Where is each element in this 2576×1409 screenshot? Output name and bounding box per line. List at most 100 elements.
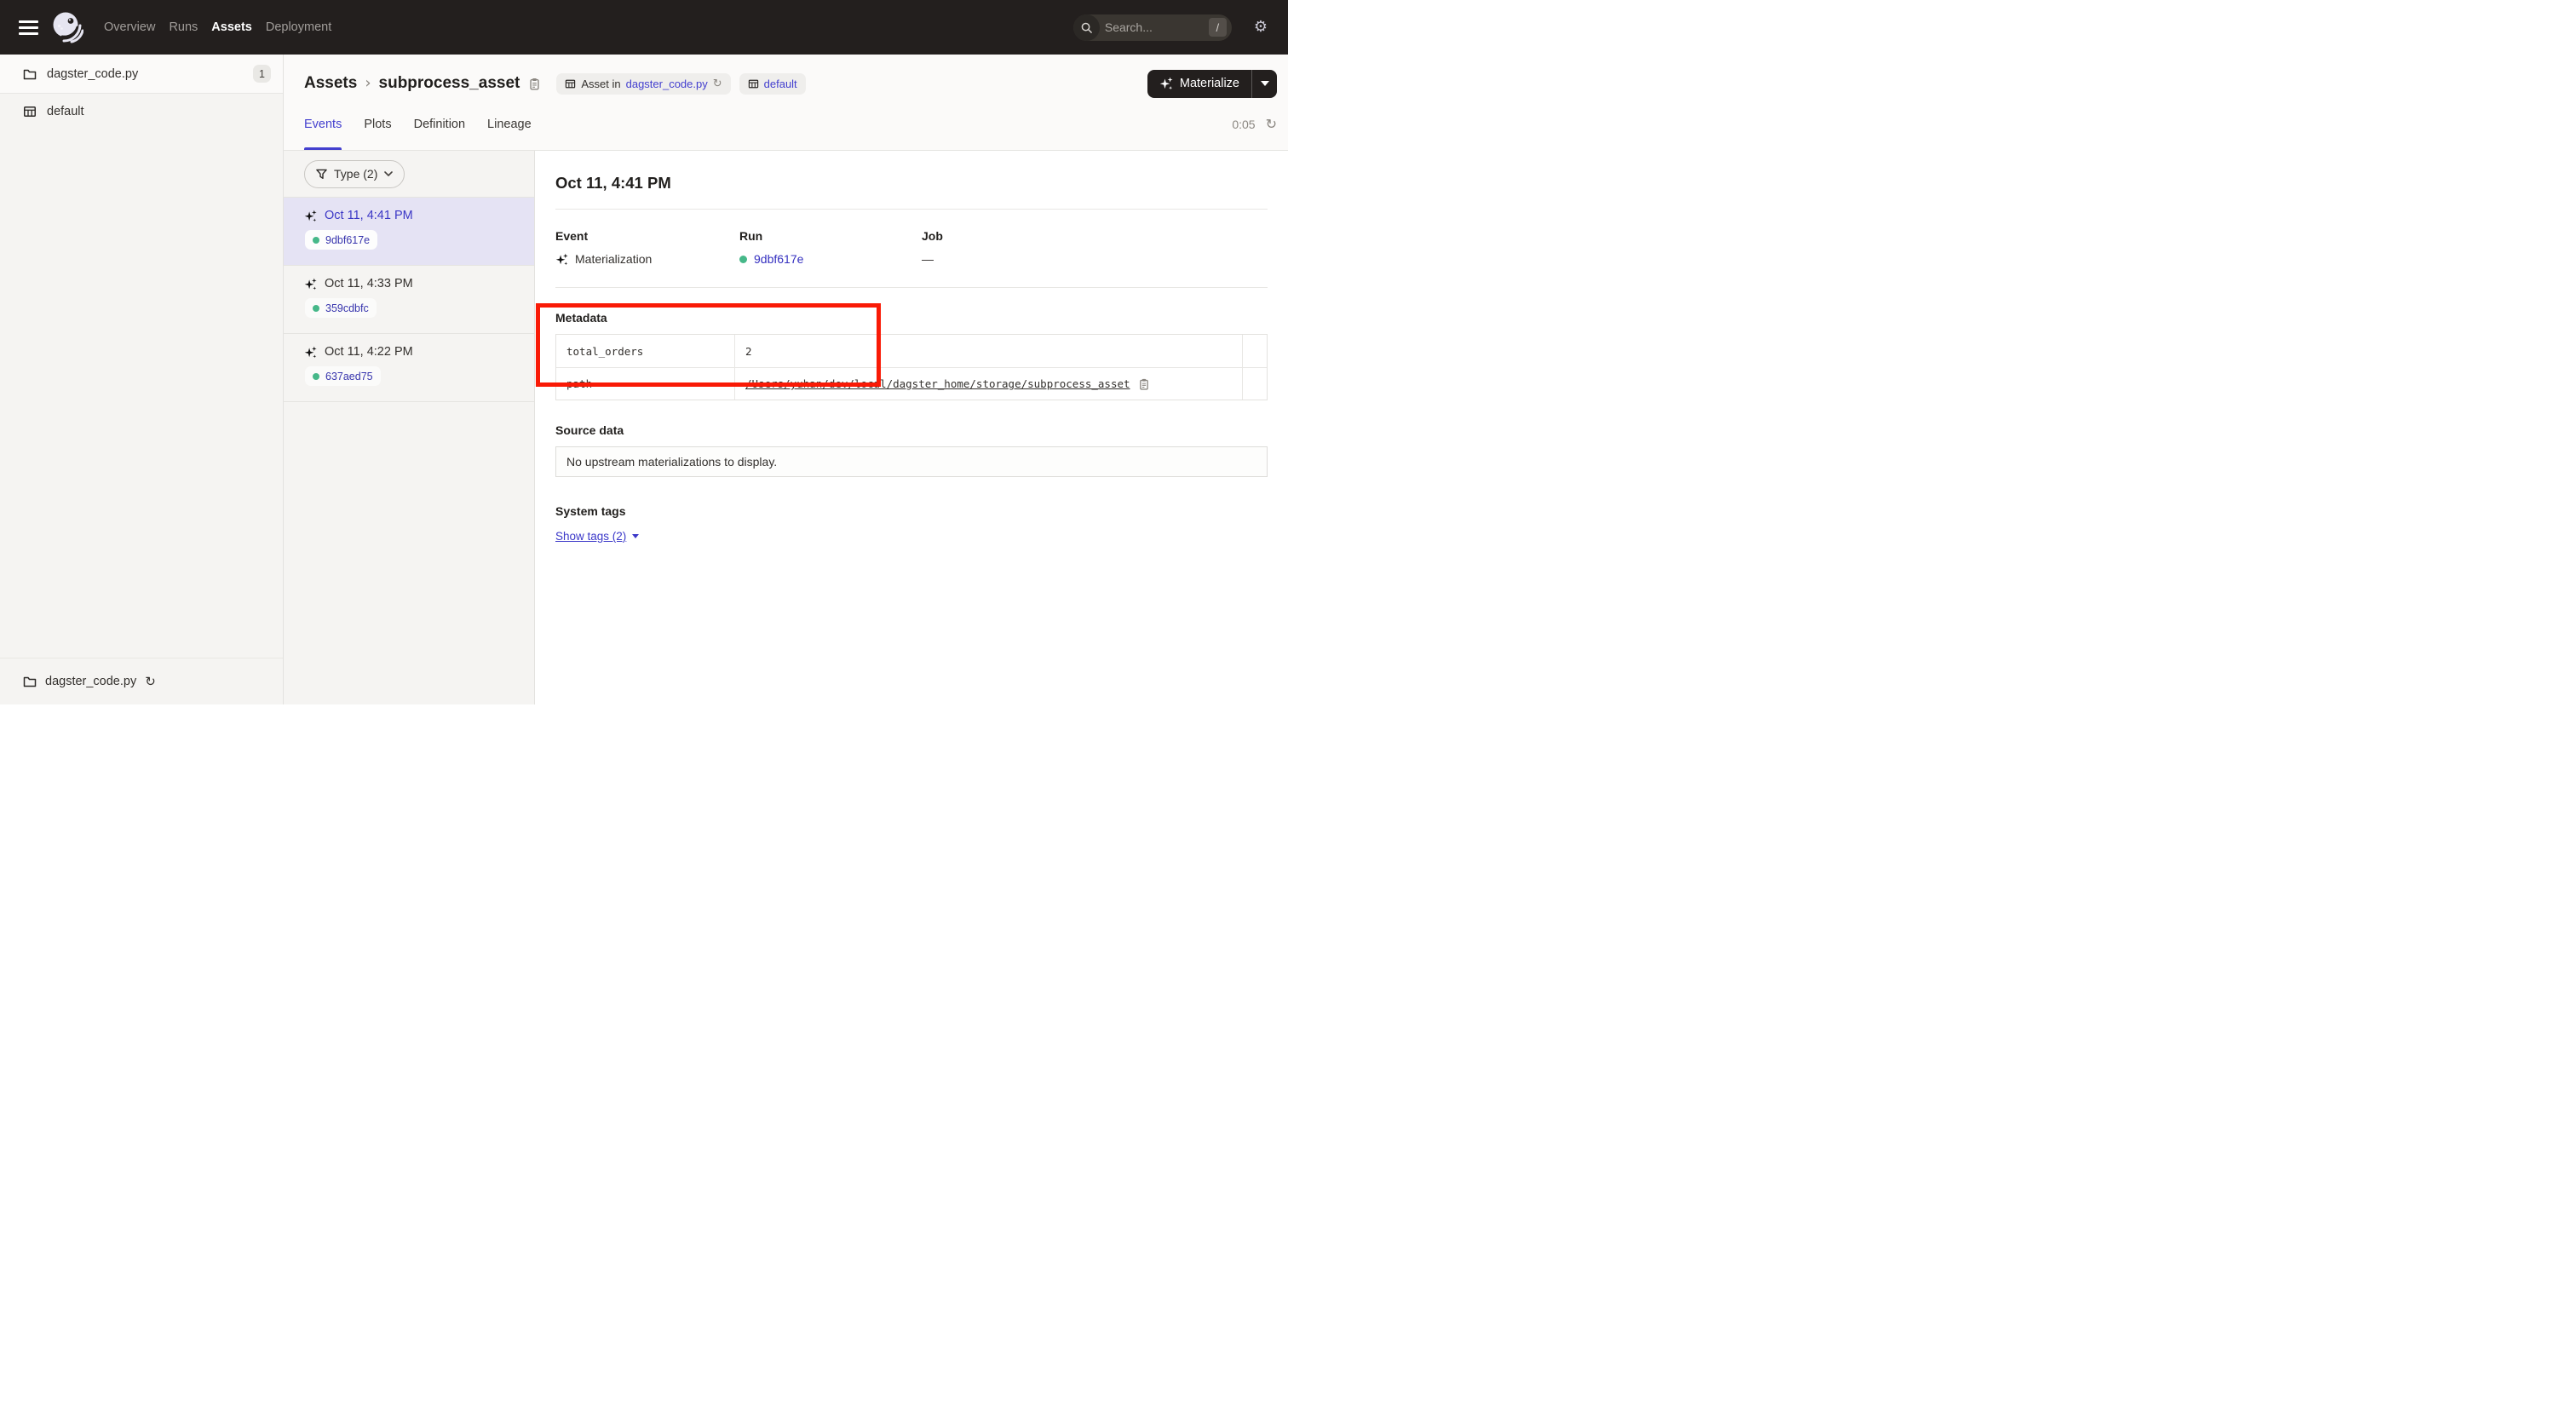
run-id-tag[interactable]: 359cdbfc: [305, 298, 377, 318]
materialization-sparkle-icon: [304, 346, 317, 359]
system-tags-heading: System tags: [555, 504, 1268, 518]
job-field-label: Job: [922, 229, 1106, 243]
tab-plots[interactable]: Plots: [364, 112, 391, 150]
nav-item-assets[interactable]: Assets: [211, 20, 252, 34]
event-list-item[interactable]: Oct 11, 4:22 PM 637aed75: [284, 334, 534, 402]
asset-tree-sidebar: dagster_code.py 1 default dagster_code.p…: [0, 55, 284, 704]
job-value: —: [922, 252, 934, 266]
materialize-dropdown-button[interactable]: [1251, 70, 1277, 98]
event-list-item[interactable]: Oct 11, 4:33 PM 359cdbfc: [284, 266, 534, 334]
materialize-label: Materialize: [1180, 77, 1239, 90]
asset-tag-code-location-link[interactable]: dagster_code.py: [626, 78, 708, 90]
page-title: subprocess_asset: [379, 74, 520, 93]
nav-item-deployment[interactable]: Deployment: [266, 20, 331, 34]
search-shortcut-key: /: [1209, 18, 1227, 37]
copy-asset-name-icon[interactable]: [528, 78, 541, 90]
sidebar-item-code-location[interactable]: dagster_code.py 1: [0, 55, 283, 94]
run-status-dot: [313, 305, 319, 312]
metadata-key: total_orders: [556, 335, 734, 367]
reload-code-location-icon[interactable]: ↻: [145, 676, 156, 688]
sidebar-footer-code-location[interactable]: dagster_code.py ↻: [0, 658, 283, 704]
materialization-sparkle-icon: [304, 278, 317, 290]
event-detail-title: Oct 11, 4:41 PM: [555, 174, 1268, 193]
funnel-icon: [316, 169, 327, 180]
source-data-empty-state: No upstream materializations to display.: [555, 446, 1268, 477]
copy-path-icon[interactable]: [1138, 378, 1150, 390]
global-search[interactable]: /: [1073, 14, 1232, 41]
filter-bar: Type (2): [284, 151, 534, 198]
run-id-tag[interactable]: 9dbf617e: [305, 230, 377, 250]
gear-icon[interactable]: ⚙: [1254, 20, 1268, 35]
run-status-dot: [313, 237, 319, 244]
asset-group-icon: [748, 78, 759, 89]
run-id-tag[interactable]: 637aed75: [305, 366, 381, 386]
page-header: Assets › subprocess_asset Asset in dagst…: [284, 55, 1288, 151]
type-filter-button[interactable]: Type (2): [304, 160, 405, 188]
top-navbar: Overview Runs Assets Deployment / ⚙: [0, 0, 1288, 55]
breadcrumb-separator: ›: [365, 76, 371, 91]
events-list-panel: Type (2) Oct 11, 4:41 PM 9dbf617e: [284, 151, 535, 704]
group-tag-link[interactable]: default: [764, 78, 797, 90]
chevron-down-icon: [384, 171, 393, 176]
run-id-link[interactable]: 9dbf617e: [754, 252, 803, 266]
run-status-dot: [739, 256, 747, 263]
job-field: Job —: [922, 229, 1106, 266]
breadcrumb: Assets › subprocess_asset Asset in dagst…: [284, 55, 1288, 112]
show-tags-label: Show tags (2): [555, 530, 626, 543]
event-list-item[interactable]: Oct 11, 4:41 PM 9dbf617e: [284, 198, 534, 266]
asset-group-tag: default: [739, 73, 806, 95]
run-id: 637aed75: [325, 371, 373, 382]
source-data-empty-message: No upstream materializations to display.: [566, 455, 777, 469]
event-field: Event Materialization: [555, 229, 739, 266]
type-filter-label: Type (2): [334, 167, 377, 181]
run-status-dot: [313, 373, 319, 380]
event-type-value: Materialization: [575, 252, 652, 266]
source-data-heading: Source data: [555, 423, 1268, 437]
tab-lineage[interactable]: Lineage: [487, 112, 532, 150]
hamburger-menu-icon[interactable]: [19, 20, 38, 35]
nav-item-overview[interactable]: Overview: [104, 20, 155, 34]
metadata-row: total_orders 2: [556, 335, 1267, 367]
caret-down-icon: [1261, 81, 1269, 86]
dagster-logo[interactable]: [51, 11, 83, 43]
materialization-sparkle-icon: [555, 253, 568, 266]
timer-countdown: 0:05: [1232, 118, 1255, 131]
show-tags-toggle[interactable]: Show tags (2): [555, 530, 639, 543]
nav-item-runs[interactable]: Runs: [169, 20, 198, 34]
event-detail-panel: Oct 11, 4:41 PM Event Materialization Ru…: [535, 151, 1288, 704]
metadata-row: path /Users/yuhan/dev/local/dagster_home…: [556, 367, 1267, 400]
refresh-timer: 0:05 ↻: [1232, 112, 1277, 131]
folder-icon: [23, 675, 37, 688]
run-field-label: Run: [739, 229, 922, 243]
tab-definition[interactable]: Definition: [414, 112, 465, 150]
caret-down-icon: [632, 534, 639, 538]
sidebar-item-default-group[interactable]: default: [0, 94, 283, 129]
sparkle-icon: [1159, 77, 1173, 90]
event-field-label: Event: [555, 229, 739, 243]
asset-group-icon: [23, 105, 37, 118]
metadata-value: 2: [745, 345, 752, 358]
asset-count-badge: 1: [253, 65, 271, 83]
asset-location-tag: Asset in dagster_code.py ↻: [556, 73, 730, 95]
materialize-button[interactable]: Materialize: [1147, 70, 1251, 98]
metadata-table: total_orders 2 path /Users/yuhan/dev/loc…: [555, 334, 1268, 400]
asset-icon: [565, 78, 576, 89]
materialization-sparkle-icon: [304, 210, 317, 222]
reload-definitions-icon[interactable]: ↻: [713, 78, 722, 89]
run-id: 359cdbfc: [325, 302, 369, 314]
event-time: Oct 11, 4:41 PM: [325, 209, 413, 222]
metadata-key: path: [556, 368, 734, 400]
tab-events[interactable]: Events: [304, 112, 342, 150]
folder-icon: [23, 67, 37, 81]
breadcrumb-assets-link[interactable]: Assets: [304, 74, 357, 93]
refresh-icon[interactable]: ↻: [1266, 118, 1277, 131]
run-field: Run 9dbf617e: [739, 229, 922, 266]
group-label: default: [47, 105, 84, 118]
search-input[interactable]: [1100, 20, 1209, 34]
event-time: Oct 11, 4:22 PM: [325, 345, 413, 359]
footer-code-location-label: dagster_code.py: [45, 675, 136, 688]
main-nav: Overview Runs Assets Deployment: [104, 20, 331, 34]
metadata-heading: Metadata: [555, 311, 1268, 325]
storage-path-link[interactable]: /Users/yuhan/dev/local/dagster_home/stor…: [745, 377, 1130, 390]
event-time: Oct 11, 4:33 PM: [325, 277, 413, 290]
